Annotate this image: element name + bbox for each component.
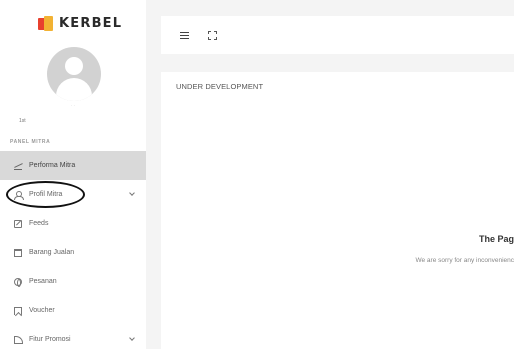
chevron-down-icon — [129, 335, 135, 341]
sidebar-item-voucher[interactable]: Voucher — [0, 296, 146, 325]
user-role: 1st — [19, 118, 26, 124]
page-title: UNDER DEVELOPMENT — [176, 82, 264, 91]
sidebar-item-label: Fitur Promosi — [29, 336, 71, 343]
sidebar-item-barang-jualan[interactable]: Barang Jualan — [0, 238, 146, 267]
logo-mark-icon — [38, 15, 53, 31]
error-message: We are sorry for any inconvenienc — [415, 257, 514, 264]
top-bar — [161, 16, 514, 54]
fullscreen-icon[interactable] — [208, 31, 217, 40]
trending-up-icon — [14, 162, 22, 170]
panel-section-label: PANEL MITRA — [10, 139, 51, 145]
hamburger-icon[interactable] — [180, 32, 189, 39]
rss-icon — [14, 335, 23, 344]
chevron-down-icon — [129, 190, 135, 196]
brand-name: KERBEL — [59, 15, 123, 31]
highlight-circle-annotation — [6, 181, 85, 208]
content-card: UNDER DEVELOPMENT The Pag We are sorry f… — [161, 72, 514, 349]
sidebar-item-label: Voucher — [29, 307, 55, 314]
bookmark-icon — [14, 306, 22, 315]
sidebar-item-pesanan[interactable]: Pesanan — [0, 267, 146, 296]
sidebar-item-label: Feeds — [29, 220, 49, 227]
globe-icon — [14, 277, 22, 287]
user-name: · · — [71, 103, 75, 108]
sidebar-item-label: Performa Mitra — [29, 162, 76, 169]
sidebar-item-fitur-promosi[interactable]: Fitur Promosi — [0, 325, 146, 349]
sidebar: KERBEL · · 1st PANEL MITRA Performa Mitr… — [0, 0, 146, 349]
brand-logo[interactable]: KERBEL — [38, 14, 122, 32]
sidebar-item-feeds[interactable]: Feeds — [0, 209, 146, 238]
avatar — [47, 47, 101, 101]
sidebar-item-performa-mitra[interactable]: Performa Mitra — [0, 151, 146, 180]
archive-icon — [14, 248, 22, 257]
sidebar-item-label: Pesanan — [29, 278, 57, 285]
error-title: The Pag — [478, 234, 514, 244]
edit-icon — [14, 219, 22, 228]
sidebar-menu: Performa Mitra Profil Mitra Feeds Barang… — [0, 151, 146, 349]
sidebar-item-label: Barang Jualan — [29, 249, 75, 256]
